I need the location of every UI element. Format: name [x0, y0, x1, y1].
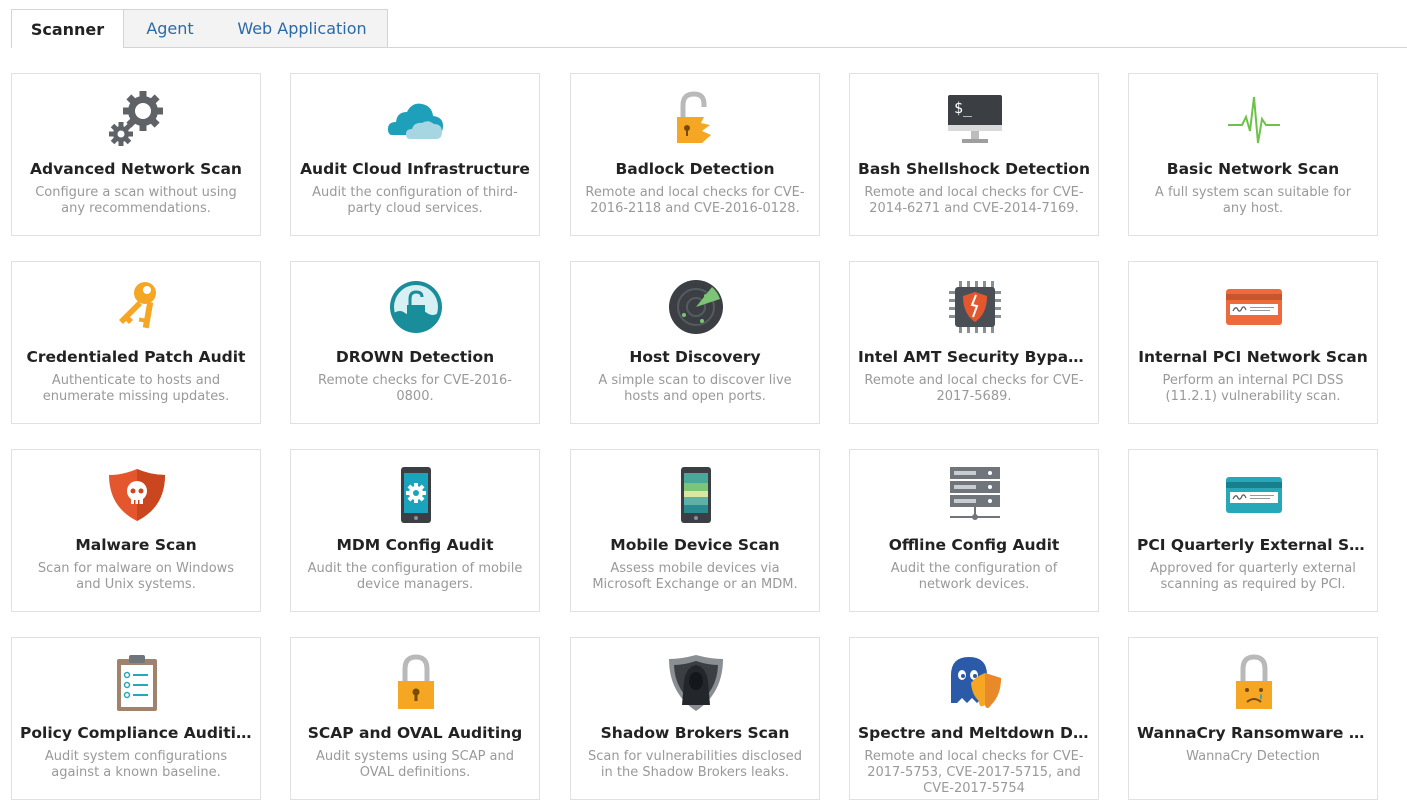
- template-card-mdm-config-audit[interactable]: MDM Config Audit Audit the configuration…: [290, 449, 540, 612]
- drowning-lock-icon: [390, 281, 442, 333]
- padlock-icon: [398, 654, 434, 709]
- template-description: Remote and local checks for CVE-2014-627…: [864, 185, 1084, 216]
- svg-text:$_: $_: [954, 99, 973, 117]
- template-card-malware-scan[interactable]: Malware Scan Scan for malware on Windows…: [11, 449, 261, 612]
- tab-web-application[interactable]: Web Application: [217, 9, 388, 47]
- template-description: Configure a scan without using any recom…: [35, 185, 237, 216]
- template-description: Audit the configuration of network devic…: [890, 561, 1058, 592]
- template-description: Scan for malware on Windows and Unix sys…: [37, 561, 235, 592]
- template-card-wannacry-ransomware-detection[interactable]: WannaCry Ransomware De... WannaCry Detec…: [1128, 637, 1378, 800]
- template-description: A simple scan to discover live hosts and…: [598, 373, 792, 404]
- credit-card-orange-icon: [1226, 289, 1282, 325]
- template-title: PCI Quarterly External Scan: [1137, 536, 1369, 554]
- clipboard-icon: [117, 655, 157, 711]
- template-description: Authenticate to hosts and enumerate miss…: [42, 373, 230, 404]
- template-description: Assess mobile devices via Microsoft Exch…: [592, 561, 798, 592]
- template-description: Remote and local checks for CVE-2016-211…: [585, 185, 805, 216]
- template-title: Advanced Network Scan: [30, 160, 242, 178]
- template-title: Malware Scan: [75, 536, 197, 554]
- template-description: Audit the configuration of third-party c…: [312, 185, 518, 216]
- ghost-melting-shield-icon: [951, 657, 1001, 708]
- phone-gear-icon: [401, 467, 431, 523]
- template-description: Audit systems using SCAP and OVAL defini…: [315, 749, 515, 780]
- template-card-badlock-detection[interactable]: Badlock Detection Remote and local check…: [570, 73, 820, 236]
- template-card-shadow-brokers-scan[interactable]: Shadow Brokers Scan Scan for vulnerabili…: [570, 637, 820, 800]
- template-card-policy-compliance-auditing[interactable]: Policy Compliance Auditing Audit system …: [11, 637, 261, 800]
- credit-card-teal-icon: [1226, 477, 1282, 513]
- server-rack-icon: [950, 467, 1000, 520]
- template-title: Offline Config Audit: [888, 536, 1060, 554]
- template-card-pci-quarterly-external-scan[interactable]: PCI Quarterly External Scan Approved for…: [1128, 449, 1378, 612]
- template-card-offline-config-audit[interactable]: Offline Config Audit Audit the configura…: [849, 449, 1099, 612]
- skull-shield-icon: [109, 469, 165, 521]
- pulse-icon: [1228, 96, 1280, 144]
- crying-padlock-icon: [1236, 654, 1272, 709]
- template-title: DROWN Detection: [335, 348, 495, 366]
- template-card-drown-detection[interactable]: DROWN Detection Remote checks for CVE-20…: [290, 261, 540, 424]
- hooded-figure-icon: [669, 655, 723, 711]
- template-description: Approved for quarterly external scanning…: [1150, 561, 1356, 592]
- template-card-credentialed-patch-audit[interactable]: Credentialed Patch Audit Authenticate to…: [11, 261, 261, 424]
- template-title: Internal PCI Network Scan: [1138, 348, 1368, 366]
- template-card-host-discovery[interactable]: Host Discovery A simple scan to discover…: [570, 261, 820, 424]
- template-title: WannaCry Ransomware De...: [1137, 724, 1369, 742]
- template-title: Intel AMT Security Bypass ...: [858, 348, 1090, 366]
- template-card-intel-amt-security-bypass[interactable]: Intel AMT Security Bypass ... Remote and…: [849, 261, 1099, 424]
- cloud-icon: [388, 103, 443, 139]
- template-description: Remote and local checks for CVE-2017-568…: [864, 373, 1084, 404]
- template-title: Mobile Device Scan: [610, 536, 780, 554]
- template-card-internal-pci-network-scan[interactable]: Internal PCI Network Scan Perform an int…: [1128, 261, 1378, 424]
- mobile-phone-icon: [681, 467, 711, 523]
- template-title: SCAP and OVAL Auditing: [307, 724, 523, 742]
- template-card-basic-network-scan[interactable]: Basic Network Scan A full system scan su…: [1128, 73, 1378, 236]
- tab-scanner[interactable]: Scanner: [11, 9, 124, 48]
- template-title: MDM Config Audit: [336, 536, 494, 554]
- template-title: Badlock Detection: [615, 160, 775, 178]
- template-description: A full system scan suitable for any host…: [1154, 185, 1352, 216]
- template-title: Basic Network Scan: [1166, 160, 1340, 178]
- template-description: Scan for vulnerabilities disclosed in th…: [588, 749, 802, 780]
- template-title: Audit Cloud Infrastructure: [300, 160, 530, 178]
- template-title: Host Discovery: [629, 348, 761, 366]
- template-title: Policy Compliance Auditing: [20, 724, 252, 742]
- template-card-bash-shellshock-detection[interactable]: $_ Bash Shellshock Detection Remote and …: [849, 73, 1099, 236]
- template-card-advanced-network-scan[interactable]: Advanced Network Scan Configure a scan w…: [11, 73, 261, 236]
- template-card-scap-and-oval-auditing[interactable]: SCAP and OVAL Auditing Audit systems usi…: [290, 637, 540, 800]
- tab-agent[interactable]: Agent: [123, 9, 218, 47]
- template-card-mobile-device-scan[interactable]: Mobile Device Scan Assess mobile devices…: [570, 449, 820, 612]
- template-description: Perform an internal PCI DSS (11.2.1) vul…: [1162, 373, 1344, 404]
- template-title: Shadow Brokers Scan: [600, 724, 790, 742]
- template-title: Bash Shellshock Detection: [858, 160, 1090, 178]
- radar-icon: [669, 280, 723, 334]
- template-description: Audit the configuration of mobile device…: [307, 561, 523, 592]
- template-title: Spectre and Meltdown Det...: [858, 724, 1090, 742]
- chip-shield-icon: [949, 281, 1001, 333]
- terminal-monitor-icon: $_: [948, 95, 1002, 143]
- template-description: Remote and local checks for CVE-2017-575…: [864, 749, 1084, 796]
- keys-icon: [119, 282, 156, 329]
- tab-divider: [11, 47, 1407, 48]
- template-title: Credentialed Patch Audit: [26, 348, 246, 366]
- template-description: Remote checks for CVE-2016-0800.: [318, 373, 512, 404]
- template-description: Audit system configurations against a kn…: [44, 749, 228, 780]
- template-card-audit-cloud-infrastructure[interactable]: Audit Cloud Infrastructure Audit the con…: [290, 73, 540, 236]
- template-tabs: Scanner Agent Web Application: [0, 0, 1407, 48]
- broken-padlock-icon: [677, 91, 711, 143]
- template-description: WannaCry Detection: [1186, 749, 1320, 764]
- template-card-spectre-and-meltdown-detection[interactable]: Spectre and Meltdown Det... Remote and l…: [849, 637, 1099, 800]
- gears-icon: [109, 91, 163, 146]
